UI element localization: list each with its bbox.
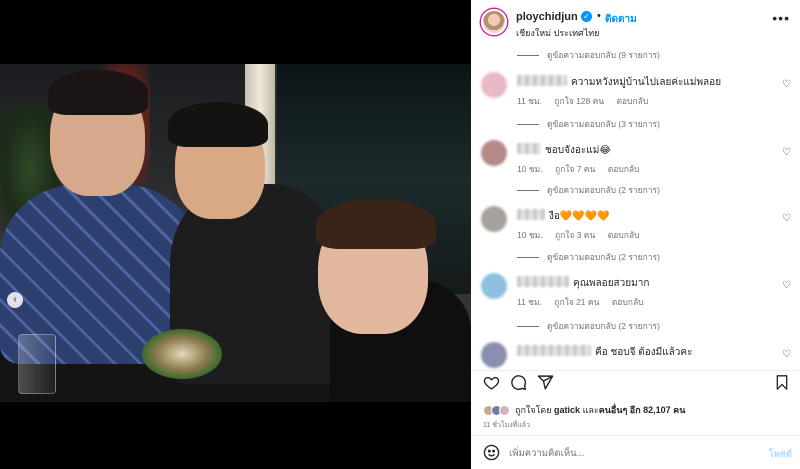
view-replies-button[interactable]: ดูข้อความตอบกลับ (2 รายการ) <box>517 319 660 333</box>
comment-like-heart-icon[interactable]: ♡ <box>782 147 791 158</box>
water-glass <box>18 334 56 394</box>
commenter-avatar[interactable] <box>481 72 507 98</box>
comment-text: ความหวังหมู่บ้านไปเลยค่ะแม่พลอย <box>571 77 722 88</box>
comment-text: คือ ชอบจี ต้องมีแล้วคะ <box>595 347 693 358</box>
author-avatar[interactable] <box>481 9 507 35</box>
view-replies-label: ดูข้อความตอบกลับ (3 รายการ) <box>547 119 660 129</box>
view-replies-label: ดูข้อความตอบกลับ (2 รายการ) <box>547 321 660 331</box>
post-actions-bar <box>471 372 800 398</box>
person-3-hair <box>316 199 436 249</box>
post-location[interactable]: เชียงใหม่ ประเทศไทย <box>516 26 599 40</box>
comment-likes[interactable]: ถูกใจ 21 คน <box>554 297 599 307</box>
likes-others-link[interactable]: คนอื่นๆ อีก 82,107 คน <box>599 403 686 417</box>
comment-icon[interactable] <box>508 374 528 394</box>
comment-text: คุณพลอยสวยมาก <box>573 278 650 289</box>
post-details-panel: ploychidjun ✓ • ติดตาม เชียงใหม่ ประเทศไ… <box>471 0 800 469</box>
comment-reply-button[interactable]: ตอบกลับ <box>608 164 640 174</box>
comment-time: 11 ชม. <box>517 297 542 307</box>
likes-prefix: ถูกใจโดย <box>515 405 552 415</box>
view-replies-label: ดูข้อความตอบกลับ (2 รายการ) <box>547 252 660 262</box>
likes-summary[interactable]: ถูกใจโดย gatick และ คนอื่นๆ อีก 82,107 ค… <box>483 403 685 417</box>
orange-heart-icon: 🧡🧡🧡🧡 <box>559 211 610 222</box>
comments-list: ดูข้อความตอบกลับ (9 รายการ) ความหวังหมู่… <box>471 44 800 370</box>
follow-button[interactable]: ติดตาม <box>605 12 637 27</box>
post-header: ploychidjun ✓ • ติดตาม เชียงใหม่ ประเทศไ… <box>471 0 800 44</box>
comment-reply-button[interactable]: ตอบกลับ <box>617 96 649 106</box>
share-icon[interactable] <box>535 374 555 394</box>
more-options-icon[interactable]: ••• <box>772 10 790 26</box>
header-separator: • <box>597 10 601 22</box>
comment-time: 10 ชม. <box>517 164 543 174</box>
likes-user-link[interactable]: gatick <box>554 405 580 415</box>
comment-meta: 10 ชม. ถูกใจ 7 คน ตอบกลับ <box>517 162 649 176</box>
person-2-hair <box>168 102 268 147</box>
post-timestamp: 11 ชั่วโมงที่แล้ว <box>483 422 531 429</box>
comment-like-heart-icon[interactable]: ♡ <box>782 213 791 224</box>
comment-like-heart-icon[interactable]: ♡ <box>782 79 791 90</box>
comment-text: งือ🧡🧡🧡🧡 <box>549 209 610 224</box>
view-replies-button[interactable]: ดูข้อความตอบกลับ (9 รายการ) <box>517 48 660 62</box>
post-media-area: ‹ <box>0 0 471 469</box>
actions-divider <box>471 370 800 371</box>
comment-likes[interactable]: ถูกใจ 3 คน <box>555 230 595 240</box>
comment-likes[interactable]: ถูกใจ 7 คน <box>555 164 595 174</box>
comment-meta: 11 ชม. ถูกใจ 128 คน ตอบกลับ <box>517 94 658 108</box>
commenter-avatar[interactable] <box>481 273 507 299</box>
commenter-avatar[interactable] <box>481 342 507 368</box>
comment-reply-button[interactable]: ตอบกลับ <box>612 297 644 307</box>
commenter-avatar[interactable] <box>481 206 507 232</box>
comment-compose: โพสต์ <box>471 436 800 469</box>
post-comment-button[interactable]: โพสต์ <box>769 447 792 462</box>
commenter-name-blurred[interactable] <box>517 75 567 86</box>
bookmark-icon[interactable] <box>772 374 792 394</box>
likes-middle: และ <box>582 405 599 415</box>
comment-time: 10 ชม. <box>517 230 543 240</box>
comment-likes[interactable]: ถูกใจ 128 คน <box>554 96 604 106</box>
comment-input[interactable] <box>509 446 749 460</box>
heart-icon[interactable] <box>481 374 501 394</box>
comment-text: ชอบจังอะแม่😂 <box>545 145 611 156</box>
view-replies-button[interactable]: ดูข้อความตอบกลับ (2 รายการ) <box>517 250 660 264</box>
liker-avatar <box>499 404 510 416</box>
comment-text-body: งือ <box>549 211 560 222</box>
view-replies-label: ดูข้อความตอบกลับ (9 รายการ) <box>547 50 660 60</box>
comment-meta: 11 ชม. ถูกใจ 21 คน ตอบกลับ <box>517 295 654 309</box>
view-replies-button[interactable]: ดูข้อความตอบกลับ (3 รายการ) <box>517 117 660 131</box>
person-1-hair <box>48 70 148 115</box>
food-plate <box>142 329 222 379</box>
comment-like-heart-icon[interactable]: ♡ <box>782 349 791 360</box>
commenter-name-blurred[interactable] <box>517 276 569 287</box>
comment-reply-button[interactable]: ตอบกลับ <box>608 230 640 240</box>
commenter-avatar[interactable] <box>481 140 507 166</box>
commenter-name-blurred[interactable] <box>517 143 541 154</box>
comment-like-heart-icon[interactable]: ♡ <box>782 280 791 291</box>
emoji-picker-icon[interactable] <box>483 444 500 461</box>
post-photo[interactable]: ‹ <box>0 64 471 402</box>
view-replies-button[interactable]: ดูข้อความตอบกลับ (2 รายการ) <box>517 183 660 197</box>
commenter-name-blurred[interactable] <box>517 345 591 356</box>
comment-meta: 10 ชม. ถูกใจ 3 คน ตอบกลับ <box>517 228 649 242</box>
verified-badge-icon: ✓ <box>581 11 592 22</box>
carousel-prev-icon[interactable]: ‹ <box>7 292 23 308</box>
view-replies-label: ดูข้อความตอบกลับ (2 รายการ) <box>547 185 660 195</box>
author-username[interactable]: ploychidjun <box>516 11 578 23</box>
commenter-name-blurred[interactable] <box>517 209 545 220</box>
comment-time: 11 ชม. <box>517 96 542 106</box>
